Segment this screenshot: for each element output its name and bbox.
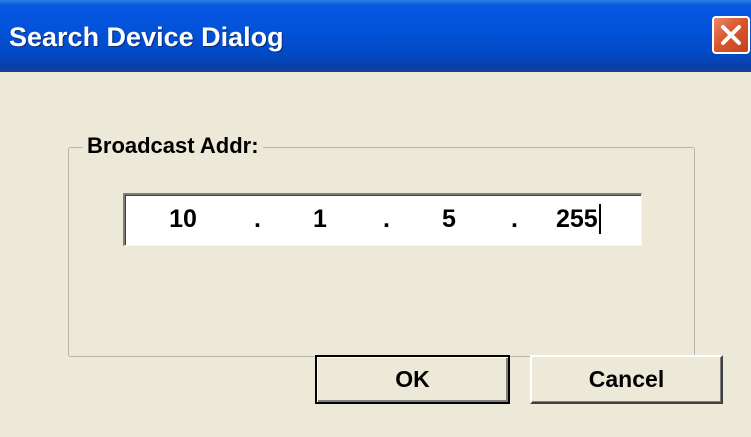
ip-separator: . [254, 205, 261, 233]
broadcast-addr-label: Broadcast Addr: [83, 133, 263, 159]
title-bar[interactable]: Search Device Dialog [0, 0, 751, 72]
close-icon [721, 25, 741, 45]
ok-button[interactable]: OK [315, 355, 510, 404]
text-caret [599, 204, 601, 234]
broadcast-addr-group: Broadcast Addr: 10 . 1 . 5 . 255 [68, 133, 695, 357]
cancel-button[interactable]: Cancel [530, 355, 723, 404]
ip-separator: . [511, 205, 518, 233]
search-device-dialog: Search Device Dialog Broadcast Addr: 10 … [0, 0, 751, 437]
window-title: Search Device Dialog [9, 22, 284, 52]
broadcast-ip-input[interactable]: 10 . 1 . 5 . 255 [123, 193, 642, 246]
ip-octet-2[interactable]: 1 [290, 205, 350, 234]
dialog-body: Broadcast Addr: 10 . 1 . 5 . 255 OK Canc… [0, 72, 751, 437]
ip-separator: . [383, 205, 390, 233]
ip-octet-1[interactable]: 10 [153, 205, 213, 234]
close-button[interactable] [712, 16, 750, 54]
ip-octet-3[interactable]: 5 [419, 205, 479, 234]
ip-octet-4[interactable]: 255 [556, 205, 616, 234]
